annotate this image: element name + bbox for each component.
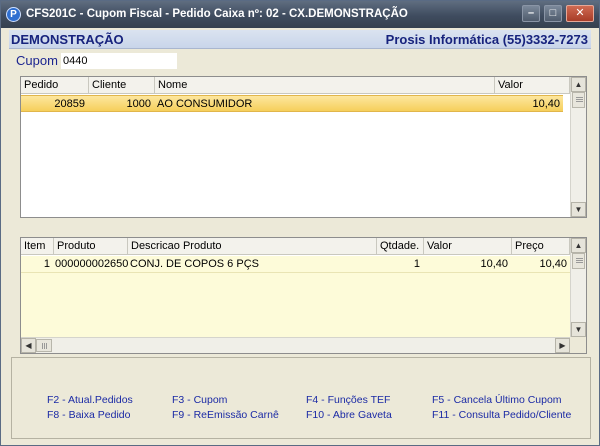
col-valor[interactable]: Valor — [495, 77, 570, 94]
table-row[interactable]: 20859 1000 AO CONSUMIDOR 10,40 — [21, 95, 563, 112]
col-produto[interactable]: Produto — [54, 238, 128, 255]
cell-pedido: 20859 — [54, 98, 85, 110]
title-bar[interactable]: P CFS201C - Cupom Fiscal - Pedido Caixa … — [1, 1, 599, 28]
col-qtdade[interactable]: Qtdade. — [377, 238, 424, 255]
col-item[interactable]: Item — [21, 238, 54, 255]
cell-nome: AO CONSUMIDOR — [157, 98, 253, 110]
cupom-input[interactable]: 0440 — [61, 53, 177, 69]
col-cliente[interactable]: Cliente — [89, 77, 155, 94]
cell-valor: 10,40 — [480, 258, 508, 270]
items-horizontal-scrollbar[interactable]: ◀ ▶ — [21, 337, 570, 353]
f9-reemissao-carne[interactable]: F9 - ReEmissão Carnê — [172, 409, 279, 421]
cupom-label: Cupom — [16, 53, 58, 68]
scroll-down-icon[interactable]: ▼ — [571, 322, 586, 337]
scroll-right-icon[interactable]: ▶ — [555, 338, 570, 353]
orders-vertical-scrollbar[interactable]: ▲ ▼ — [570, 77, 586, 217]
cell-descricao: CONJ. DE COPOS 6 PÇS — [130, 258, 259, 270]
window-title: CFS201C - Cupom Fiscal - Pedido Caixa nº… — [26, 8, 408, 20]
f8-baixa-pedido[interactable]: F8 - Baixa Pedido — [47, 409, 130, 421]
scroll-down-icon[interactable]: ▼ — [571, 202, 586, 217]
main-window: P CFS201C - Cupom Fiscal - Pedido Caixa … — [0, 0, 600, 446]
col-valor[interactable]: Valor — [424, 238, 512, 255]
empty-rows-area — [21, 273, 570, 337]
col-nome[interactable]: Nome — [155, 77, 495, 94]
table-row[interactable]: 1 000000002650A CONJ. DE COPOS 6 PÇS 1 1… — [21, 256, 570, 273]
f10-abre-gaveta[interactable]: F10 - Abre Gaveta — [306, 409, 392, 421]
cell-preco: 10,40 — [539, 258, 567, 270]
close-button[interactable]: ✕ — [566, 5, 594, 22]
cell-valor: 10,40 — [532, 98, 560, 110]
cell-produto: 000000002650A — [55, 258, 128, 270]
col-pedido[interactable]: Pedido — [21, 77, 89, 94]
scroll-thumb[interactable] — [572, 92, 585, 108]
items-grid[interactable]: Item Produto Descricao Produto Qtdade. V… — [20, 237, 587, 354]
f3-cupom[interactable]: F3 - Cupom — [172, 394, 227, 406]
company-name: DEMONSTRAÇÃO — [11, 32, 124, 47]
vendor-info: Prosis Informática (55)3332-7273 — [385, 32, 588, 47]
f4-funcoes-tef[interactable]: F4 - Funções TEF — [306, 394, 390, 406]
items-header: Item Produto Descricao Produto Qtdade. V… — [21, 238, 570, 255]
function-keys-panel: F2 - Atual.Pedidos F3 - Cupom F4 - Funçõ… — [11, 357, 591, 439]
f2-atual-pedidos[interactable]: F2 - Atual.Pedidos — [47, 394, 133, 406]
f11-consulta-pedido-cliente[interactable]: F11 - Consulta Pedido/Cliente — [432, 409, 571, 421]
horizontal-scroll-thumb[interactable] — [36, 339, 52, 352]
f5-cancela-ultimo-cupom[interactable]: F5 - Cancela Último Cupom — [432, 394, 562, 406]
orders-header: Pedido Cliente Nome Valor — [21, 77, 570, 94]
items-vertical-scrollbar[interactable]: ▲ ▼ — [570, 238, 586, 337]
header-band: DEMONSTRAÇÃO Prosis Informática (55)3332… — [9, 30, 591, 49]
cell-qtdade: 1 — [413, 258, 420, 270]
col-preco[interactable]: Preço — [512, 238, 570, 255]
cell-cliente: 1000 — [126, 98, 151, 110]
col-descricao[interactable]: Descricao Produto — [128, 238, 377, 255]
app-icon: P — [6, 7, 21, 22]
cell-item: 1 — [43, 258, 50, 270]
maximize-button[interactable]: □ — [544, 5, 562, 22]
scroll-up-icon[interactable]: ▲ — [571, 77, 586, 92]
scroll-left-icon[interactable]: ◀ — [21, 338, 36, 353]
orders-grid[interactable]: Pedido Cliente Nome Valor 20859 1000 AO … — [20, 76, 587, 218]
scroll-thumb[interactable] — [572, 253, 585, 269]
minimize-button[interactable]: – — [522, 5, 540, 22]
scroll-corner — [570, 337, 586, 353]
scroll-up-icon[interactable]: ▲ — [571, 238, 586, 253]
